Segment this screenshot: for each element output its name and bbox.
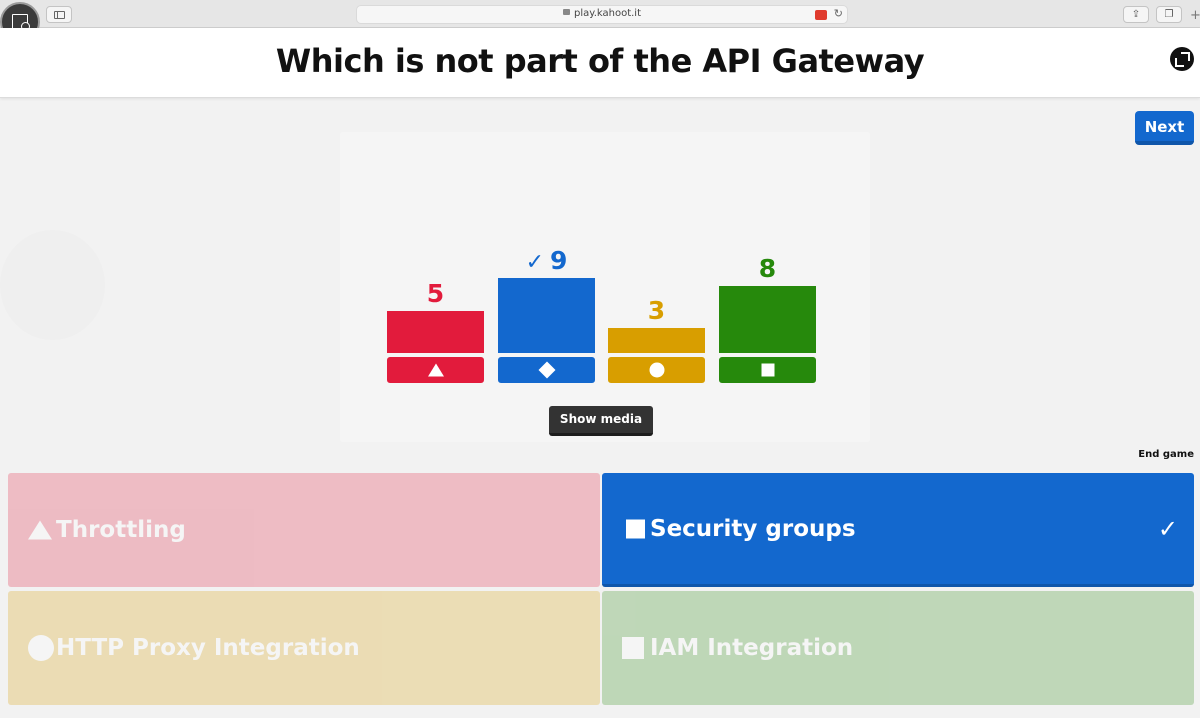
fullscreen-icon[interactable] bbox=[1170, 47, 1194, 71]
bar-shape-tile bbox=[608, 357, 705, 383]
address-bar[interactable]: play.kahoot.it ↻ bbox=[356, 5, 848, 24]
correct-check-icon: ✓ bbox=[1157, 514, 1178, 543]
bar-count: 3 bbox=[647, 296, 666, 325]
lock-icon bbox=[562, 9, 570, 15]
answer-1[interactable]: Throttling bbox=[8, 473, 600, 587]
answer-label: HTTP Proxy Integration bbox=[56, 635, 360, 661]
tabs-icon: ❐ bbox=[1164, 9, 1174, 20]
bar-count: 5 bbox=[426, 279, 445, 308]
bar-circle bbox=[608, 328, 705, 353]
answer-3[interactable]: HTTP Proxy Integration bbox=[8, 591, 600, 705]
question-header: Which is not part of the API Gateway bbox=[0, 28, 1200, 98]
bar-count: 9 bbox=[550, 246, 568, 275]
sidebar-icon bbox=[54, 11, 65, 19]
new-tab-button[interactable]: + bbox=[1190, 8, 1200, 23]
triangle-icon bbox=[427, 363, 444, 377]
end-game-link[interactable]: End game bbox=[1130, 449, 1194, 460]
bar-shape-tile bbox=[719, 357, 816, 383]
bar-diamond bbox=[498, 278, 595, 353]
correct-check-icon: ✓ bbox=[525, 250, 545, 275]
show-media-button[interactable]: Show media bbox=[549, 406, 653, 436]
sidebar-toggle-button[interactable] bbox=[46, 6, 72, 23]
bar-value-square: 8 bbox=[719, 254, 816, 283]
next-button[interactable]: Next bbox=[1135, 111, 1194, 145]
answer-4[interactable]: IAM Integration bbox=[602, 591, 1194, 705]
background-decoration bbox=[0, 230, 105, 340]
url-text: play.kahoot.it bbox=[573, 8, 642, 19]
square-icon bbox=[622, 637, 644, 659]
share-icon: ⇪ bbox=[1131, 9, 1141, 20]
bar-square bbox=[719, 286, 816, 353]
square-icon bbox=[761, 363, 774, 377]
bar-shape-tile bbox=[498, 357, 595, 383]
bar-value-diamond: ✓ 9 bbox=[498, 246, 595, 275]
reload-icon[interactable]: ↻ bbox=[834, 7, 843, 20]
share-button[interactable]: ⇪ bbox=[1123, 6, 1149, 23]
answer-label: IAM Integration bbox=[650, 635, 854, 661]
extension-icon[interactable] bbox=[815, 10, 827, 20]
answer-label: Security groups bbox=[650, 515, 856, 542]
browser-toolbar: play.kahoot.it ↻ ⇪ ❐ + bbox=[0, 0, 1200, 28]
answer-2[interactable]: Security groups ✓ bbox=[602, 473, 1194, 587]
question-title: Which is not part of the API Gateway bbox=[275, 42, 925, 80]
answer-label: Throttling bbox=[56, 517, 186, 543]
bar-count: 8 bbox=[758, 254, 777, 283]
bar-value-circle: 3 bbox=[608, 296, 705, 325]
bar-value-triangle: 5 bbox=[387, 279, 484, 308]
bar-shape-tile bbox=[387, 357, 484, 383]
bar-triangle bbox=[387, 311, 484, 353]
circle-icon bbox=[649, 362, 664, 378]
triangle-icon bbox=[28, 520, 52, 540]
diamond-icon bbox=[538, 361, 555, 379]
diamond-icon bbox=[626, 519, 645, 538]
circle-icon bbox=[28, 635, 54, 661]
tab-overview-button[interactable]: ❐ bbox=[1156, 6, 1182, 23]
